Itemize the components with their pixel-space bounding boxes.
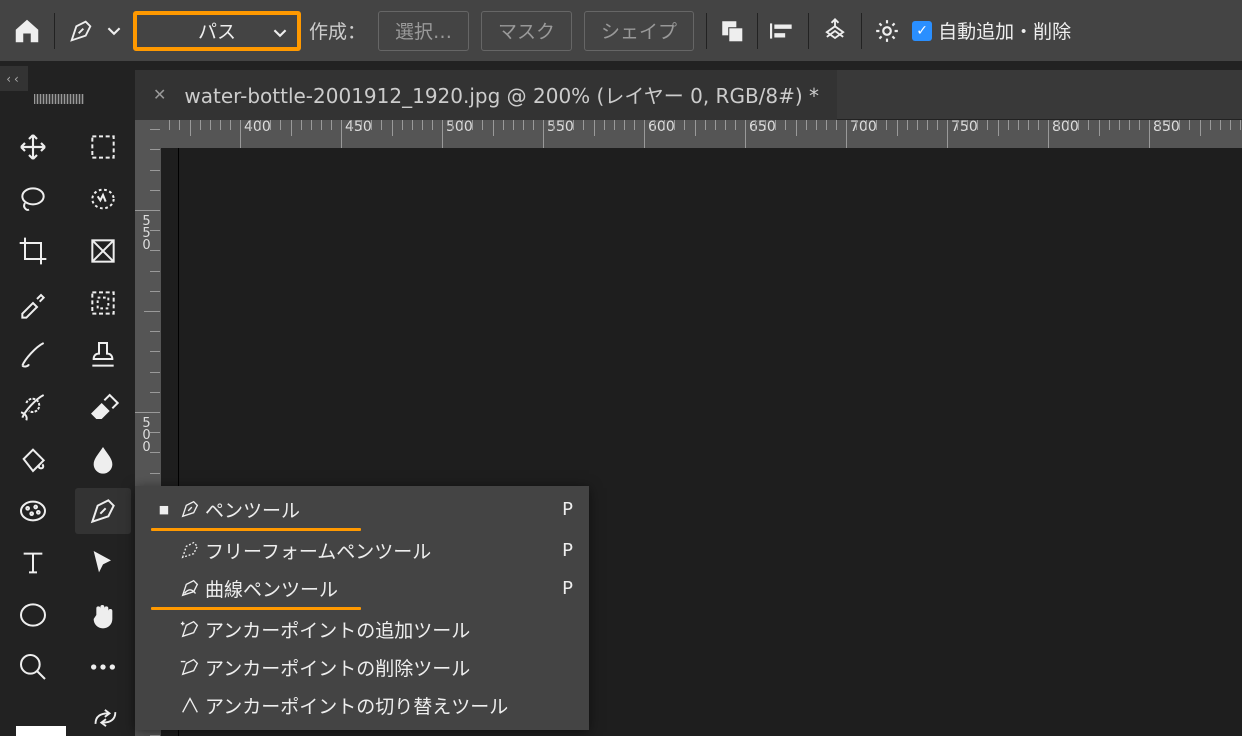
mask-button[interactable]: マスク [481, 11, 572, 51]
history-brush-tool-icon[interactable] [5, 384, 61, 430]
path-mode-select[interactable]: パス [133, 11, 301, 51]
arrange-icon[interactable] [821, 17, 849, 45]
flyout-label: アンカーポイントの削除ツール [205, 654, 573, 681]
divider [757, 13, 758, 49]
flyout-item-freeform[interactable]: フリーフォームペンツール P [135, 531, 589, 569]
chevron-down-icon[interactable] [107, 24, 121, 38]
panel-collapse-button[interactable]: ‹‹ [0, 66, 28, 91]
sponge-tool-icon[interactable] [5, 488, 61, 534]
zoom-tool-icon[interactable] [5, 644, 61, 690]
swap-colors-icon[interactable] [92, 706, 120, 730]
divider [808, 13, 809, 49]
flyout-label: フリーフォームペンツール [205, 537, 562, 564]
more-tools-icon[interactable] [75, 644, 131, 690]
divider [54, 13, 55, 49]
document-tab[interactable]: ✕ water-bottle-2001912_1920.jpg @ 200% (… [135, 70, 837, 120]
move-tool-icon[interactable] [5, 124, 61, 170]
tools-panel [0, 124, 135, 690]
panel-grip[interactable] [34, 94, 84, 104]
hand-tool-icon[interactable] [75, 592, 131, 638]
frame-tool-icon[interactable] [75, 280, 131, 326]
eraser-tool-icon[interactable] [75, 384, 131, 430]
path-select-tool-icon[interactable] [75, 540, 131, 586]
bullet-icon: ■ [153, 503, 175, 516]
brush-tool-icon[interactable] [5, 332, 61, 378]
select-button[interactable]: 選択… [378, 11, 469, 51]
pen-add-icon [175, 618, 205, 640]
anchor-convert-icon [175, 694, 205, 716]
pen-delete-icon [175, 656, 205, 678]
close-icon[interactable]: ✕ [153, 85, 166, 104]
check-icon: ✓ [912, 21, 932, 41]
home-icon[interactable] [12, 16, 42, 46]
flyout-item-curvature[interactable]: 曲線ペンツール P [135, 569, 589, 607]
crop-tool-icon[interactable] [5, 228, 61, 274]
auto-add-delete-checkbox[interactable]: ✓ 自動追加・削除 [912, 17, 1071, 44]
shape-button[interactable]: シェイプ [584, 11, 694, 51]
pen-freeform-icon [175, 539, 205, 561]
eyedropper-tool-icon[interactable] [5, 280, 61, 326]
stamp-tool-icon[interactable] [75, 332, 131, 378]
create-label: 作成： [309, 17, 366, 44]
pen-tool-icon[interactable] [75, 488, 131, 534]
slice-tool-icon[interactable] [75, 228, 131, 274]
foreground-swatch[interactable] [16, 726, 66, 736]
flyout-label: アンカーポイントの切り替えツール [205, 692, 573, 719]
flyout-item-pen[interactable]: ■ ペンツール P [135, 490, 589, 528]
flyout-shortcut: P [562, 499, 573, 520]
divider [861, 13, 862, 49]
bucket-tool-icon[interactable] [5, 436, 61, 482]
lasso-tool-icon[interactable] [5, 176, 61, 222]
flyout-label: アンカーポイントの追加ツール [205, 616, 573, 643]
align-icon[interactable] [770, 20, 796, 42]
flyout-label: ペンツール [205, 496, 562, 523]
blur-tool-icon[interactable] [75, 436, 131, 482]
flyout-item-convert-anchor[interactable]: アンカーポイントの切り替えツール [135, 686, 589, 724]
flyout-item-delete-anchor[interactable]: アンカーポイントの削除ツール [135, 648, 589, 686]
flyout-shortcut: P [562, 578, 573, 599]
horizontal-ruler[interactable]: 4004505005506006507007508008509 [160, 120, 1242, 148]
pen-tool-icon[interactable] [67, 17, 95, 45]
pen-icon [175, 498, 205, 520]
flyout-item-add-anchor[interactable]: アンカーポイントの追加ツール [135, 610, 589, 648]
flyout-label: 曲線ペンツール [205, 575, 562, 602]
type-tool-icon[interactable] [5, 540, 61, 586]
chevron-down-icon [273, 25, 287, 44]
path-ops-icon[interactable] [719, 18, 745, 44]
document-title: water-bottle-2001912_1920.jpg @ 200% (レイ… [184, 80, 819, 109]
pen-curvature-icon [175, 577, 205, 599]
marquee-tool-icon[interactable] [75, 124, 131, 170]
path-mode-label: パス [198, 17, 236, 44]
pen-tool-flyout: ■ ペンツール P フリーフォームペンツール P 曲線ペンツール P アンカーポ… [135, 486, 589, 730]
document-tabs: ✕ water-bottle-2001912_1920.jpg @ 200% (… [135, 70, 1242, 120]
quick-select-tool-icon[interactable] [75, 176, 131, 222]
divider [706, 13, 707, 49]
shape-tool-icon[interactable] [5, 592, 61, 638]
options-bar: パス 作成： 選択… マスク シェイプ ✓ 自動追加・削除 [0, 0, 1242, 62]
flyout-shortcut: P [562, 540, 573, 561]
gear-icon[interactable] [874, 18, 900, 44]
